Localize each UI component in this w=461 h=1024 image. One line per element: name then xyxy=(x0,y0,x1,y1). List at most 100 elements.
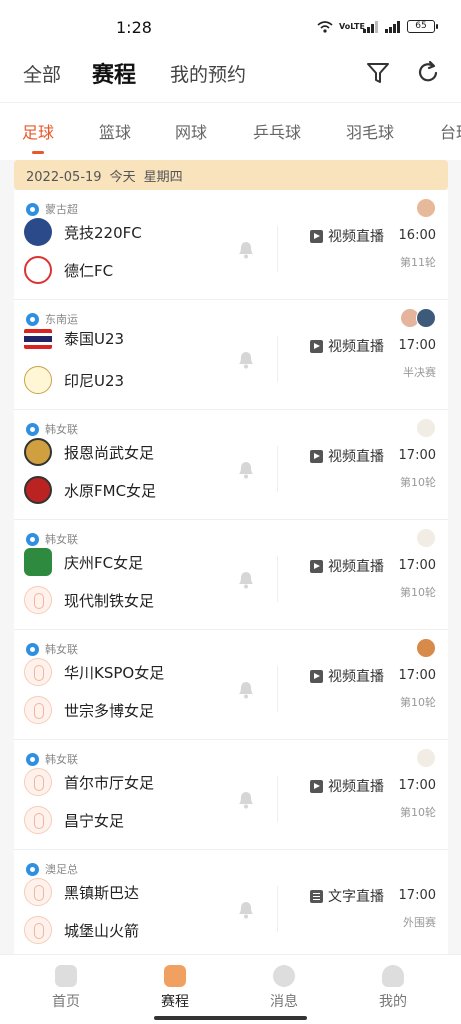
football-icon xyxy=(26,202,39,216)
divider xyxy=(277,446,278,492)
anchor-avatars[interactable] xyxy=(400,308,436,328)
bottom-tab-messages[interactable]: 消息 xyxy=(254,965,314,1011)
team-logo-placeholder xyxy=(24,806,52,834)
sport-tabs: 足球 篮球 网球 乒乓球 羽毛球 台球 xyxy=(0,102,461,160)
match-time: 17:00 xyxy=(398,888,436,903)
anchor-avatars[interactable] xyxy=(416,638,436,658)
live-button[interactable]: 视频直播 xyxy=(310,336,384,356)
filter-icon[interactable] xyxy=(364,58,392,88)
avatar xyxy=(416,748,436,768)
match-time: 17:00 xyxy=(398,668,436,683)
trophy-icon xyxy=(164,965,186,987)
bell-icon[interactable] xyxy=(236,238,256,260)
team-logo xyxy=(24,366,52,394)
football-icon xyxy=(26,532,39,546)
bottom-tab-profile[interactable]: 我的 xyxy=(363,965,423,1011)
team-logo-placeholder xyxy=(24,658,52,686)
team-name: 现代制铁女足 xyxy=(64,591,155,610)
message-icon xyxy=(273,965,295,987)
bottom-tab-schedule[interactable]: 赛程 xyxy=(145,965,205,1011)
league-label: 澳足总 xyxy=(26,861,78,877)
bell-icon[interactable] xyxy=(236,898,256,920)
match-round: 第10轮 xyxy=(400,586,436,599)
league-label: 东南运 xyxy=(26,311,78,327)
league-label: 韩女联 xyxy=(26,421,78,437)
tab-all[interactable]: 全部 xyxy=(23,60,61,87)
live-button[interactable]: 视频直播 xyxy=(310,556,384,576)
video-play-icon xyxy=(310,559,323,573)
match-row[interactable]: 韩女联 庆州FC女足 现代制铁女足 视频直播 17:00 第10轮 xyxy=(14,520,448,630)
divider xyxy=(277,336,278,382)
team-1: 竞技220FC xyxy=(24,218,142,246)
team-2: 城堡山火箭 xyxy=(24,916,139,944)
home-icon xyxy=(55,965,77,987)
sport-tab-tennis[interactable]: 网球 xyxy=(175,119,207,143)
date-text: 2022-05-19 xyxy=(26,170,102,185)
video-play-icon xyxy=(310,669,323,683)
bell-icon[interactable] xyxy=(236,348,256,370)
match-round: 第10轮 xyxy=(400,476,436,489)
bell-icon[interactable] xyxy=(236,788,256,810)
signal-icon xyxy=(363,20,378,33)
avatar xyxy=(416,638,436,658)
wifi-icon xyxy=(317,20,333,33)
sport-tab-table-tennis[interactable]: 乒乓球 xyxy=(253,119,301,143)
team-logo-placeholder xyxy=(24,696,52,724)
team-logo-placeholder xyxy=(24,768,52,796)
live-button[interactable]: 视频直播 xyxy=(310,666,384,686)
team-logo-placeholder xyxy=(24,916,52,944)
team-logo xyxy=(24,438,52,466)
team-2: 昌宁女足 xyxy=(24,806,124,834)
team-name: 庆州FC女足 xyxy=(64,553,144,572)
sport-tab-billiards[interactable]: 台球 xyxy=(440,119,461,143)
status-icons: VoLTE 65 xyxy=(317,20,438,33)
anchor-avatars[interactable] xyxy=(416,198,436,218)
match-list[interactable]: 2022-05-19 今天 星期四 蒙古超 竞技220FC 德仁FC 视频直播 16… xyxy=(14,160,448,954)
bell-icon[interactable] xyxy=(236,568,256,590)
team-name: 水原FMC女足 xyxy=(64,481,157,500)
league-label: 蒙古超 xyxy=(26,201,78,217)
avatar xyxy=(416,528,436,548)
team-1: 黑镇斯巴达 xyxy=(24,878,139,906)
match-time: 17:00 xyxy=(398,338,436,353)
live-button[interactable]: 视频直播 xyxy=(310,226,384,246)
match-row[interactable]: 韩女联 华川KSPO女足 世宗多博女足 视频直播 17:00 第10轮 xyxy=(14,630,448,740)
team-logo xyxy=(24,256,52,284)
bottom-tab-home[interactable]: 首页 xyxy=(36,965,96,1011)
bell-icon[interactable] xyxy=(236,458,256,480)
team-1: 庆州FC女足 xyxy=(24,548,143,576)
text-live-icon xyxy=(310,889,323,903)
league-label: 韩女联 xyxy=(26,531,78,547)
team-1: 报恩尚武女足 xyxy=(24,438,154,466)
bell-icon[interactable] xyxy=(236,678,256,700)
football-icon xyxy=(26,642,39,656)
live-button[interactable]: 视频直播 xyxy=(310,776,384,796)
team-1: 首尔市厅女足 xyxy=(24,768,154,796)
tab-my-reservations[interactable]: 我的预约 xyxy=(170,60,246,87)
weekday-label: 星期四 xyxy=(143,170,183,185)
refresh-icon[interactable] xyxy=(414,58,442,88)
sport-tab-football[interactable]: 足球 xyxy=(22,119,54,143)
match-row[interactable]: 蒙古超 竞技220FC 德仁FC 视频直播 16:00 第11轮 xyxy=(14,190,448,300)
match-row[interactable]: 东南运 泰国U23 印尼U23 视频直播 17:00 半决赛 xyxy=(14,300,448,410)
team-2: 印尼U23 xyxy=(24,366,124,394)
home-indicator[interactable] xyxy=(154,1016,307,1020)
anchor-avatars[interactable] xyxy=(416,418,436,438)
flag-thailand xyxy=(24,328,52,349)
tab-schedule[interactable]: 赛程 xyxy=(92,57,136,89)
match-row[interactable]: 韩女联 报恩尚武女足 水原FMC女足 视频直播 17:00 第10轮 xyxy=(14,410,448,520)
anchor-avatars[interactable] xyxy=(416,748,436,768)
live-button[interactable]: 视频直播 xyxy=(310,446,384,466)
signal-icon-2 xyxy=(385,20,400,33)
match-row[interactable]: 澳足总 黑镇斯巴达 城堡山火箭 文字直播 17:00 外围赛 xyxy=(14,850,448,954)
team-name: 报恩尚武女足 xyxy=(64,443,155,462)
anchor-avatars[interactable] xyxy=(416,528,436,548)
divider xyxy=(277,666,278,712)
live-button[interactable]: 文字直播 xyxy=(310,886,384,906)
team-name: 华川KSPO女足 xyxy=(64,663,165,682)
team-2: 德仁FC xyxy=(24,256,113,284)
sport-tab-basketball[interactable]: 篮球 xyxy=(99,119,131,143)
battery-icon: 65 xyxy=(407,20,438,33)
match-row[interactable]: 韩女联 首尔市厅女足 昌宁女足 视频直播 17:00 第10轮 xyxy=(14,740,448,850)
sport-tab-badminton[interactable]: 羽毛球 xyxy=(346,119,394,143)
